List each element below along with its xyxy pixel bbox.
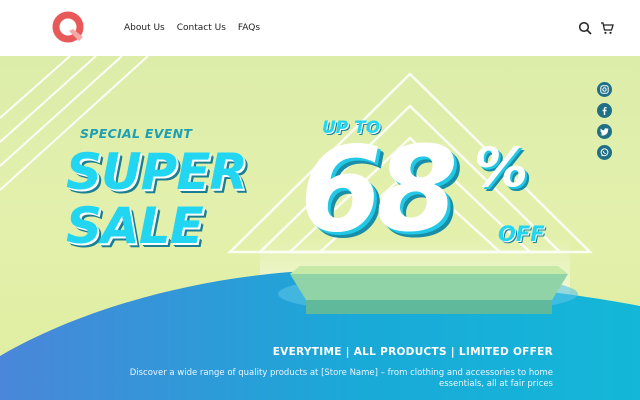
twitter-icon[interactable] — [597, 124, 612, 139]
nav-contact-us[interactable]: Contact Us — [177, 20, 226, 36]
store-description: Discover a wide range of quality product… — [129, 368, 553, 389]
off-label: OFF — [498, 222, 545, 246]
q-logo-icon[interactable] — [50, 10, 86, 46]
nav-faqs[interactable]: FAQs — [238, 20, 260, 36]
search-icon[interactable] — [578, 20, 592, 35]
whatsapp-icon[interactable] — [597, 145, 612, 160]
hero-banner: SPECIAL EVENT SUPER SALE UP TO 68 % OFF … — [0, 56, 640, 400]
header-actions — [578, 20, 614, 35]
facebook-icon[interactable] — [597, 103, 612, 118]
special-event-label: SPECIAL EVENT — [80, 126, 193, 141]
offer-tagline: EVERYTIME | ALL PRODUCTS | LIMITED OFFER — [272, 346, 553, 358]
cart-icon[interactable] — [600, 20, 614, 34]
headline-sale: SALE — [66, 197, 204, 255]
discount-number: 68 — [300, 120, 458, 258]
percent-sign: % — [474, 136, 529, 199]
site-header: About Us Contact Us FAQs — [0, 0, 640, 56]
headline-super: SUPER — [66, 143, 248, 201]
main-nav: About Us Contact Us FAQs — [124, 20, 260, 36]
social-links — [597, 82, 612, 160]
instagram-icon[interactable] — [597, 82, 612, 97]
nav-about-us[interactable]: About Us — [124, 20, 165, 36]
